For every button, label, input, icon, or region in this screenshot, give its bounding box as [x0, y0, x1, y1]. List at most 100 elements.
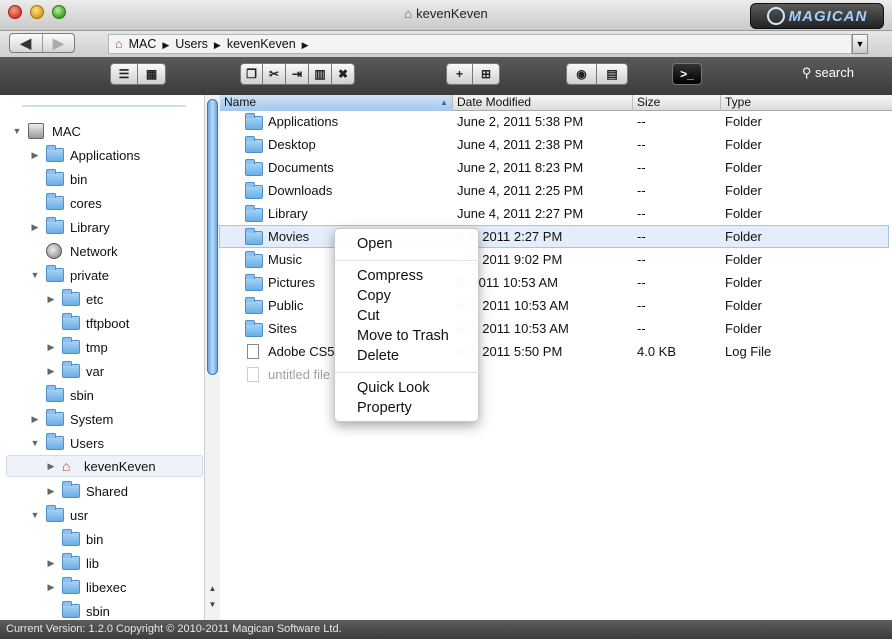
brand-logo[interactable]: MAGICAN — [750, 3, 884, 29]
sidebar-item-kevenkeven[interactable]: ▶ ⌂ kevenKeven — [6, 455, 203, 477]
folder-icon — [46, 169, 64, 186]
sidebar: ▼ MAC ▶ Applications bin cores ▶ Library Ne… — [0, 95, 205, 620]
column-header-type[interactable]: Type — [721, 95, 892, 111]
menu-item-move-to-trash[interactable]: Move to Trash — [357, 328, 449, 344]
scrollbar-thumb[interactable] — [207, 99, 218, 375]
menu-separator — [335, 260, 480, 261]
sidebar-item-library[interactable]: ▶ Library — [30, 216, 110, 238]
table-row[interactable]: Documents June 2, 2011 8:23 PM -- Folder — [220, 157, 890, 180]
trash-icon[interactable]: ▥ — [309, 63, 332, 85]
breadcrumb[interactable]: ⌂ MAC ▶ Users ▶ kevenKeven ▶ — [108, 34, 852, 54]
folder-icon — [62, 577, 80, 594]
folder-icon — [245, 159, 263, 176]
sidebar-item-system[interactable]: ▶ System — [30, 408, 113, 430]
scroll-down-arrow-icon[interactable]: ▼ — [207, 599, 218, 611]
forward-arrow-icon[interactable]: ▶ — [43, 34, 75, 52]
table-row[interactable]: Music e 2, 2011 9:02 PM -- Folder — [220, 249, 890, 272]
cut-icon[interactable]: ✂ — [263, 63, 286, 85]
sidebar-item-usr-sbin[interactable]: sbin — [46, 600, 110, 620]
scroll-up-arrow-icon[interactable]: ▲ — [207, 583, 218, 595]
title-bar: ⌂ kevenKeven MAGICAN — [0, 0, 892, 31]
sidebar-item-mac[interactable]: ▼ MAC — [12, 120, 81, 142]
sidebar-item-bin[interactable]: bin — [30, 168, 87, 190]
sidebar-item-usr-bin[interactable]: bin — [46, 528, 103, 550]
table-row[interactable]: Downloads June 4, 2011 2:25 PM -- Folder — [220, 180, 890, 203]
sidebar-item-tmp[interactable]: ▶ tmp — [46, 336, 108, 358]
table-row[interactable]: Adobe CS5 e 2, 2011 5:50 PM 4.0 KB Log File — [220, 341, 890, 364]
list-view-icon[interactable]: ☰ — [110, 63, 138, 85]
info-icon[interactable]: ▤ — [597, 63, 628, 85]
sidebar-scrollbar[interactable]: ▲ ▼ — [204, 95, 220, 620]
folder-icon — [62, 601, 80, 618]
sidebar-item-users[interactable]: ▼ Users — [30, 432, 104, 454]
folder-icon — [245, 320, 263, 337]
sidebar-item-sbin[interactable]: sbin — [30, 384, 94, 406]
sidebar-item-libexec[interactable]: ▶ libexec — [46, 576, 126, 598]
copy-icon[interactable]: ❐ — [240, 63, 263, 85]
folder-icon — [245, 113, 263, 130]
hard-disk-icon — [28, 123, 44, 139]
table-row-selected[interactable]: Movies e 4, 2011 2:27 PM -- Folder — [219, 225, 889, 248]
folder-icon — [245, 297, 263, 314]
sidebar-item-etc[interactable]: ▶ etc — [46, 288, 103, 310]
column-header-date[interactable]: Date Modified — [453, 95, 633, 111]
folder-icon — [46, 385, 64, 402]
menu-item-delete[interactable]: Delete — [357, 348, 399, 364]
menu-item-property[interactable]: Property — [357, 400, 412, 416]
home-icon: ⌂ — [62, 458, 71, 474]
sidebar-item-lib[interactable]: ▶ lib — [46, 552, 99, 574]
table-row[interactable]: Desktop June 4, 2011 2:38 PM -- Folder — [220, 134, 890, 157]
breadcrumb-segment[interactable]: MAC — [129, 37, 157, 51]
path-bar: ◀ ▶ ⌂ MAC ▶ Users ▶ kevenKeven ▶ ▼ — [0, 31, 892, 57]
folder-icon — [46, 433, 64, 450]
delete-icon[interactable]: ✖ — [332, 63, 355, 85]
sidebar-item-usr[interactable]: ▼ usr — [30, 504, 88, 526]
table-row[interactable]: Sites e 2, 2011 10:53 AM -- Folder — [220, 318, 890, 341]
folder-icon — [245, 274, 263, 291]
sidebar-item-private[interactable]: ▼ private — [30, 264, 109, 286]
menu-item-quick-look[interactable]: Quick Look — [357, 380, 430, 396]
menu-item-copy[interactable]: Copy — [357, 288, 391, 304]
back-arrow-icon[interactable]: ◀ — [10, 34, 43, 52]
quick-look-icon[interactable]: ◉ — [566, 63, 597, 85]
folder-icon — [46, 217, 64, 234]
menu-item-cut[interactable]: Cut — [357, 308, 380, 324]
menu-item-compress[interactable]: Compress — [357, 268, 423, 284]
status-bar: Current Version: 1.2.0 Copyright © 2010-… — [0, 620, 892, 639]
folder-icon — [62, 337, 80, 354]
toolbar: ☰ ▦ ❐ ✂ ⇥ ▥ ✖ + ⊞ ◉ ▤ >_ ⚲ search — [0, 57, 892, 95]
column-header-size[interactable]: Size — [633, 95, 721, 111]
table-row[interactable]: untitled file — [220, 364, 890, 387]
home-icon: ⌂ — [115, 37, 123, 51]
sidebar-item-network[interactable]: Network — [30, 240, 118, 262]
breadcrumb-segment[interactable]: kevenKeven — [227, 37, 296, 51]
sidebar-item-applications[interactable]: ▶ Applications — [30, 144, 140, 166]
sidebar-item-shared[interactable]: ▶ Shared — [46, 480, 128, 502]
icon-view-icon[interactable]: ▦ — [138, 63, 166, 85]
table-row[interactable]: Public e 2, 2011 10:53 AM -- Folder — [220, 295, 890, 318]
table-header: Name ▲ Date Modified Size Type — [220, 95, 892, 111]
menu-item-open[interactable]: Open — [357, 236, 392, 252]
column-header-name[interactable]: Name ▲ — [220, 95, 453, 111]
folder-icon — [46, 505, 64, 522]
home-icon: ⌂ — [404, 6, 413, 21]
table-row[interactable]: Applications June 2, 2011 5:38 PM -- Folder — [220, 111, 890, 134]
table-row[interactable]: Library June 4, 2011 2:27 PM -- Folder — [220, 203, 890, 226]
path-dropdown-button[interactable]: ▼ — [852, 34, 868, 54]
sidebar-item-cores[interactable]: cores — [30, 192, 102, 214]
sidebar-item-tftpboot[interactable]: tftpboot — [46, 312, 129, 334]
sort-ascending-icon: ▲ — [440, 98, 448, 107]
magican-logo-icon — [766, 7, 785, 25]
table-row[interactable]: Pictures 2, 2011 10:53 AM -- Folder — [220, 272, 890, 295]
folder-icon — [62, 553, 80, 570]
sidebar-item-var[interactable]: ▶ var — [46, 360, 104, 382]
paste-icon[interactable]: ⇥ — [286, 63, 309, 85]
search-button[interactable]: ⚲ search — [802, 65, 854, 81]
breadcrumb-segment[interactable]: Users — [175, 37, 208, 51]
folder-icon — [245, 136, 263, 153]
new-file-icon[interactable]: + — [446, 63, 473, 85]
terminal-icon[interactable]: >_ — [672, 63, 702, 85]
document-icon — [247, 344, 259, 359]
new-folder-icon[interactable]: ⊞ — [473, 63, 500, 85]
folder-icon — [62, 481, 80, 498]
